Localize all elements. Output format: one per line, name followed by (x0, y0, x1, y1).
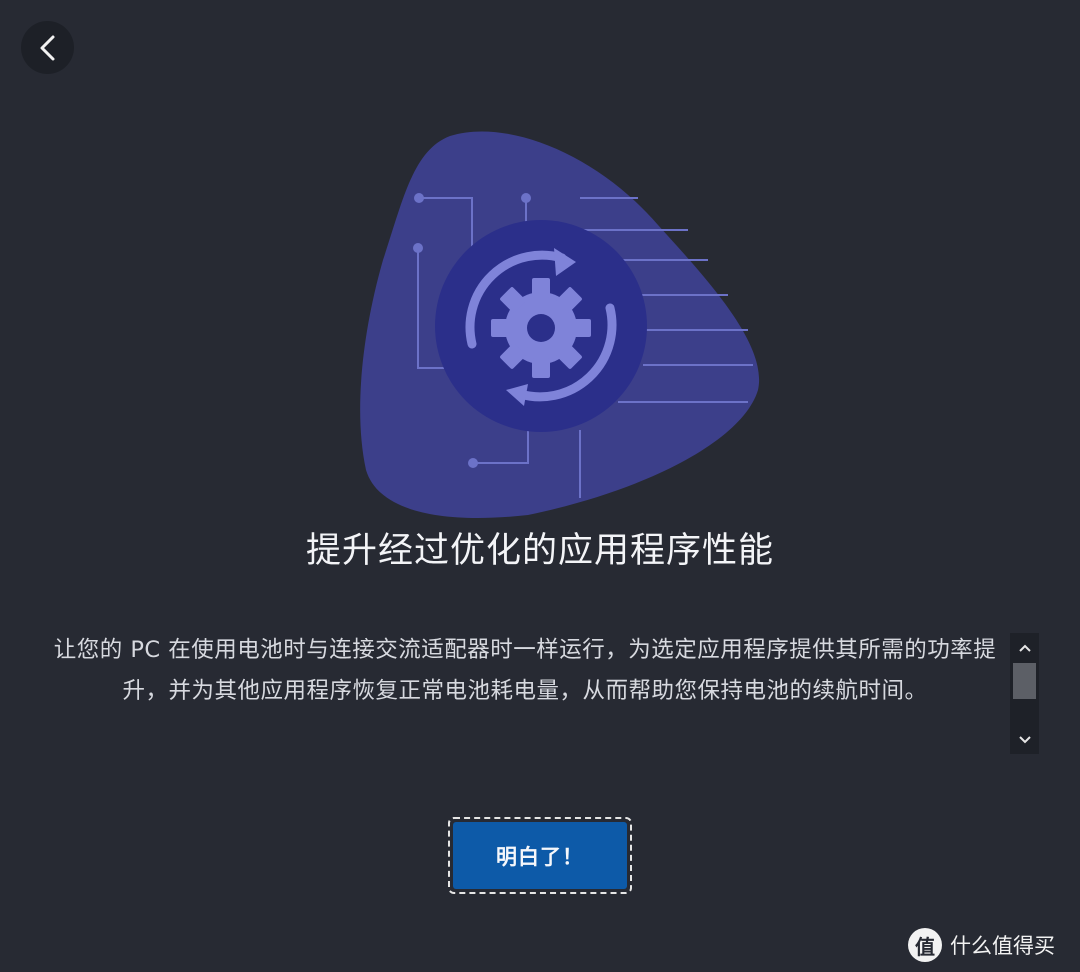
watermark: 值 什么值得买 (908, 925, 1055, 965)
chevron-left-icon (40, 35, 54, 60)
got-it-button[interactable]: 明白了！ (448, 817, 632, 894)
watermark-text: 什么值得买 (950, 934, 1055, 958)
got-it-button-label: 明白了！ (453, 822, 627, 889)
scroll-up-button[interactable] (1010, 636, 1039, 660)
gear-icon (491, 278, 591, 378)
back-button[interactable] (21, 21, 74, 74)
description-scrollbar[interactable] (1010, 633, 1039, 754)
scroll-down-button[interactable] (1010, 728, 1039, 752)
chevron-down-icon (1018, 736, 1031, 744)
chevron-up-icon (1018, 644, 1031, 652)
scroll-thumb[interactable] (1013, 663, 1036, 699)
hero-illustration (358, 130, 762, 522)
description-panel: 让您的 PC 在使用电池时与连接交流适配器时一样运行，为选定应用程序提供其所需的… (40, 630, 1010, 755)
watermark-logo: 值 (908, 928, 942, 962)
description-text: 让您的 PC 在使用电池时与连接交流适配器时一样运行，为选定应用程序提供其所需的… (53, 637, 997, 704)
page-title: 提升经过优化的应用程序性能 (305, 531, 774, 571)
